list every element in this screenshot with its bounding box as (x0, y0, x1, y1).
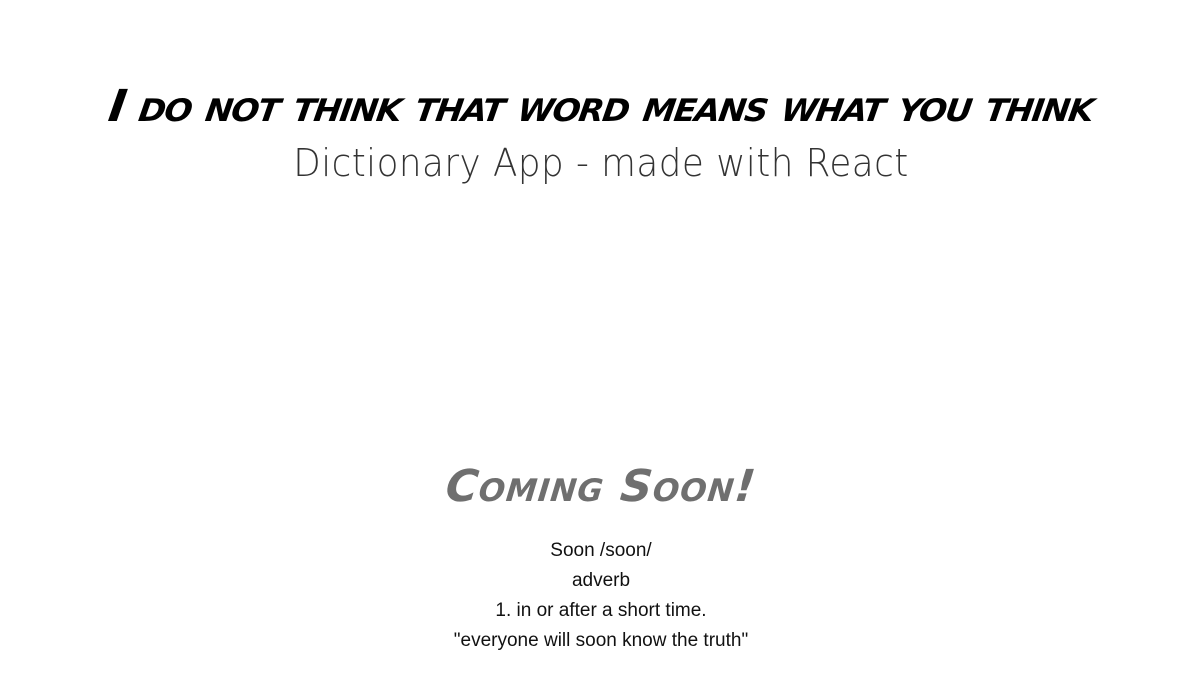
coming-soon-heading: Coming Soon! (443, 461, 759, 512)
page-header: I do not think that word means what you … (0, 78, 1202, 186)
main-content: Coming Soon! Soon /soon/ adverb 1. in or… (0, 460, 1202, 656)
definition-part-of-speech: adverb (571, 570, 631, 591)
definition-meaning: 1. in or after a short time. (495, 600, 707, 621)
definition-example: "everyone will soon know the truth" (453, 630, 749, 651)
page-title: I do not think that word means what you … (105, 81, 1097, 132)
definition-block: Soon /soon/ adverb 1. in or after a shor… (0, 536, 1202, 656)
page-subtitle: Dictionary App - made with React (293, 141, 909, 185)
definition-word: Soon /soon/ (550, 540, 652, 561)
